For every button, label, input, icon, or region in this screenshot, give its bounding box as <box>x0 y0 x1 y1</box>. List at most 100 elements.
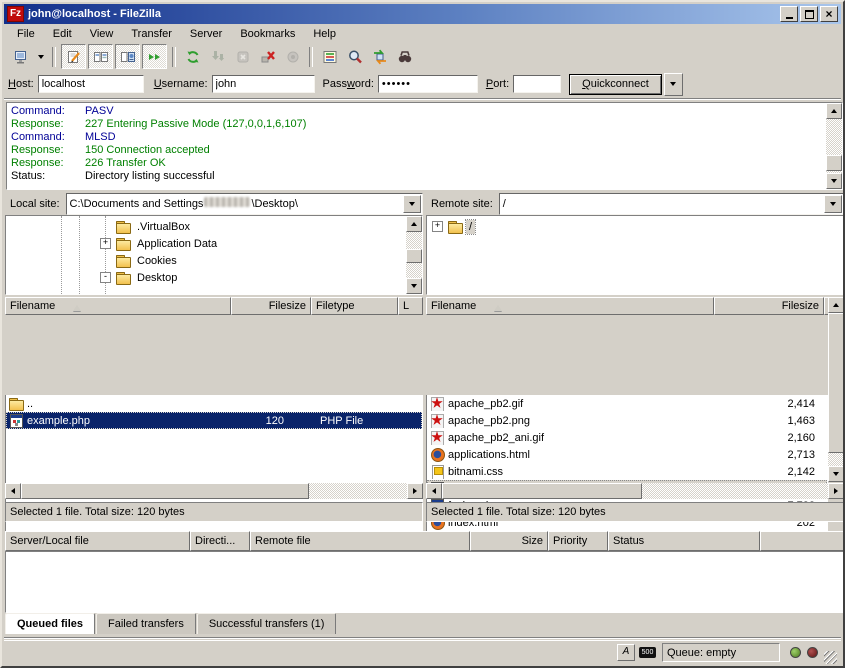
local-site-combo[interactable]: C:\Documents and Settings\Desktop\ <box>66 193 423 215</box>
scrollbar-thumb[interactable] <box>406 249 422 263</box>
scroll-right-button[interactable] <box>828 483 844 499</box>
disconnect-button[interactable] <box>256 45 279 68</box>
scroll-down-button[interactable] <box>406 278 422 294</box>
queue-tab[interactable]: Failed transfers <box>96 613 196 634</box>
log-line: Command: PASV <box>7 105 842 118</box>
reconnect-button[interactable] <box>281 45 304 68</box>
remote-pane: Remote site: / + / Filename Filesize <box>426 193 844 523</box>
column-header-lastmodified[interactable]: L <box>398 297 423 315</box>
resize-grip[interactable] <box>824 651 837 664</box>
find-files-button[interactable] <box>393 45 416 68</box>
remote-site-combo[interactable]: / <box>499 193 844 215</box>
column-header-status[interactable]: Status <box>608 531 760 551</box>
column-header-filetype[interactable]: Filetype <box>311 297 398 315</box>
remote-file-row[interactable]: apache_pb2.png 1,463 <box>427 412 827 429</box>
scroll-right-button[interactable] <box>407 483 423 499</box>
site-manager-button[interactable] <box>9 45 32 68</box>
remote-file-row[interactable]: applications.html 2,713 <box>427 446 827 463</box>
quickconnect-dropdown-button[interactable] <box>664 73 683 96</box>
remote-site-dropdown-button[interactable] <box>824 195 842 213</box>
local-site-dropdown-button[interactable] <box>403 195 421 213</box>
remote-file-row[interactable]: apache_pb2_ani.gif 2,160 <box>427 429 827 446</box>
toggle-message-log-button[interactable] <box>61 44 86 69</box>
toggle-transfer-queue-button[interactable] <box>142 44 167 69</box>
column-header-direction[interactable]: Directi... <box>190 531 250 551</box>
scroll-left-button[interactable] <box>5 483 21 499</box>
scroll-left-button[interactable] <box>426 483 442 499</box>
file-type: PHP File <box>284 415 423 427</box>
remote-tree-item[interactable]: + / <box>427 218 843 235</box>
column-header-server-local-file[interactable]: Server/Local file <box>5 531 190 551</box>
synchronized-browsing-button[interactable] <box>368 45 391 68</box>
tree-expander[interactable]: - <box>100 272 111 283</box>
queue-tab[interactable]: Queued files <box>5 613 95 634</box>
local-tree-item[interactable]: .VirtualBox <box>6 218 422 235</box>
remote-list-vscrollbar[interactable] <box>828 297 844 482</box>
arrow-left-icon <box>8 488 15 494</box>
file-name: bitnami.css <box>448 466 503 478</box>
column-header-filename[interactable]: Filename <box>426 297 714 315</box>
toggle-local-tree-button[interactable] <box>88 44 113 69</box>
local-hscrollbar[interactable] <box>5 483 423 499</box>
scroll-down-button[interactable] <box>828 466 844 482</box>
tree-expander[interactable]: + <box>100 238 111 249</box>
remote-tree: + / <box>426 215 844 295</box>
queue-tab[interactable]: Successful transfers (1) <box>197 613 337 634</box>
remote-file-row[interactable]: apache_pb2.gif 2,414 <box>427 395 827 412</box>
toolbar <box>4 43 841 70</box>
local-tree-item[interactable]: + Application Data <box>6 235 422 252</box>
column-header-size[interactable]: Size <box>470 531 548 551</box>
host-input[interactable] <box>38 75 144 93</box>
refresh-button[interactable] <box>181 45 204 68</box>
process-queue-button[interactable] <box>206 45 229 68</box>
local-file-row[interactable]: example.php 120 PHP File 1 <box>6 412 422 429</box>
menu-item[interactable]: Transfer <box>122 26 181 42</box>
remote-hscrollbar[interactable] <box>426 483 844 499</box>
scrollbar-thumb[interactable] <box>828 313 844 453</box>
column-header-priority[interactable]: Priority <box>548 531 608 551</box>
menu-item[interactable]: Bookmarks <box>231 26 304 42</box>
speedlimit-icon[interactable]: 500 <box>639 647 656 658</box>
scroll-down-button[interactable] <box>826 173 842 189</box>
username-input[interactable] <box>212 75 315 93</box>
local-tree-vscrollbar[interactable] <box>406 216 422 294</box>
column-header-filesize[interactable]: Filesize <box>231 297 311 315</box>
maximize-button[interactable] <box>800 6 818 22</box>
menu-item[interactable]: View <box>81 26 123 42</box>
column-header-filesize[interactable]: Filesize <box>714 297 824 315</box>
menu-item[interactable]: File <box>8 26 44 42</box>
tree-expander[interactable]: + <box>432 221 443 232</box>
menu-item[interactable]: Edit <box>44 26 81 42</box>
scrollbar-thumb[interactable] <box>826 155 842 171</box>
password-input[interactable] <box>378 75 478 93</box>
local-tree-item[interactable]: Cookies <box>6 252 422 269</box>
local-tree-item[interactable]: - Desktop <box>6 269 422 286</box>
directory-comparison-icon <box>347 49 363 65</box>
menu-item[interactable]: Server <box>181 26 231 42</box>
file-size: 2,713 <box>717 449 815 461</box>
title-bar[interactable]: Fz john@localhost - FileZilla × <box>4 4 841 24</box>
column-header-filename[interactable]: Filename <box>5 297 231 315</box>
menu-item[interactable]: Help <box>304 26 345 42</box>
directory-filters-button[interactable] <box>318 45 341 68</box>
column-header-remote-file[interactable]: Remote file <box>250 531 470 551</box>
scrollbar-thumb[interactable] <box>21 483 309 499</box>
cancel-operation-button[interactable] <box>231 45 254 68</box>
directory-comparison-button[interactable] <box>343 45 366 68</box>
close-button[interactable]: × <box>820 6 838 22</box>
toggle-message-log-icon <box>66 49 82 65</box>
scroll-up-button[interactable] <box>828 297 844 313</box>
port-input[interactable] <box>513 75 561 93</box>
minimize-button[interactable] <box>780 6 798 22</box>
local-file-row[interactable]: .. <box>6 395 422 412</box>
log-vscrollbar[interactable] <box>826 103 842 189</box>
scrollbar-thumb[interactable] <box>442 483 642 499</box>
remote-file-row[interactable]: bitnami.css 2,142 <box>427 463 827 480</box>
scroll-up-button[interactable] <box>406 216 422 232</box>
quickconnect-button[interactable]: Quickconnect <box>569 74 662 95</box>
scroll-up-button[interactable] <box>826 103 842 119</box>
dropdown-arrow-icon <box>830 202 836 209</box>
local-list-header: Filename Filesize Filetype L <box>5 297 423 315</box>
site-manager-dropdown-button[interactable] <box>34 45 47 68</box>
toggle-remote-tree-button[interactable] <box>115 44 140 69</box>
